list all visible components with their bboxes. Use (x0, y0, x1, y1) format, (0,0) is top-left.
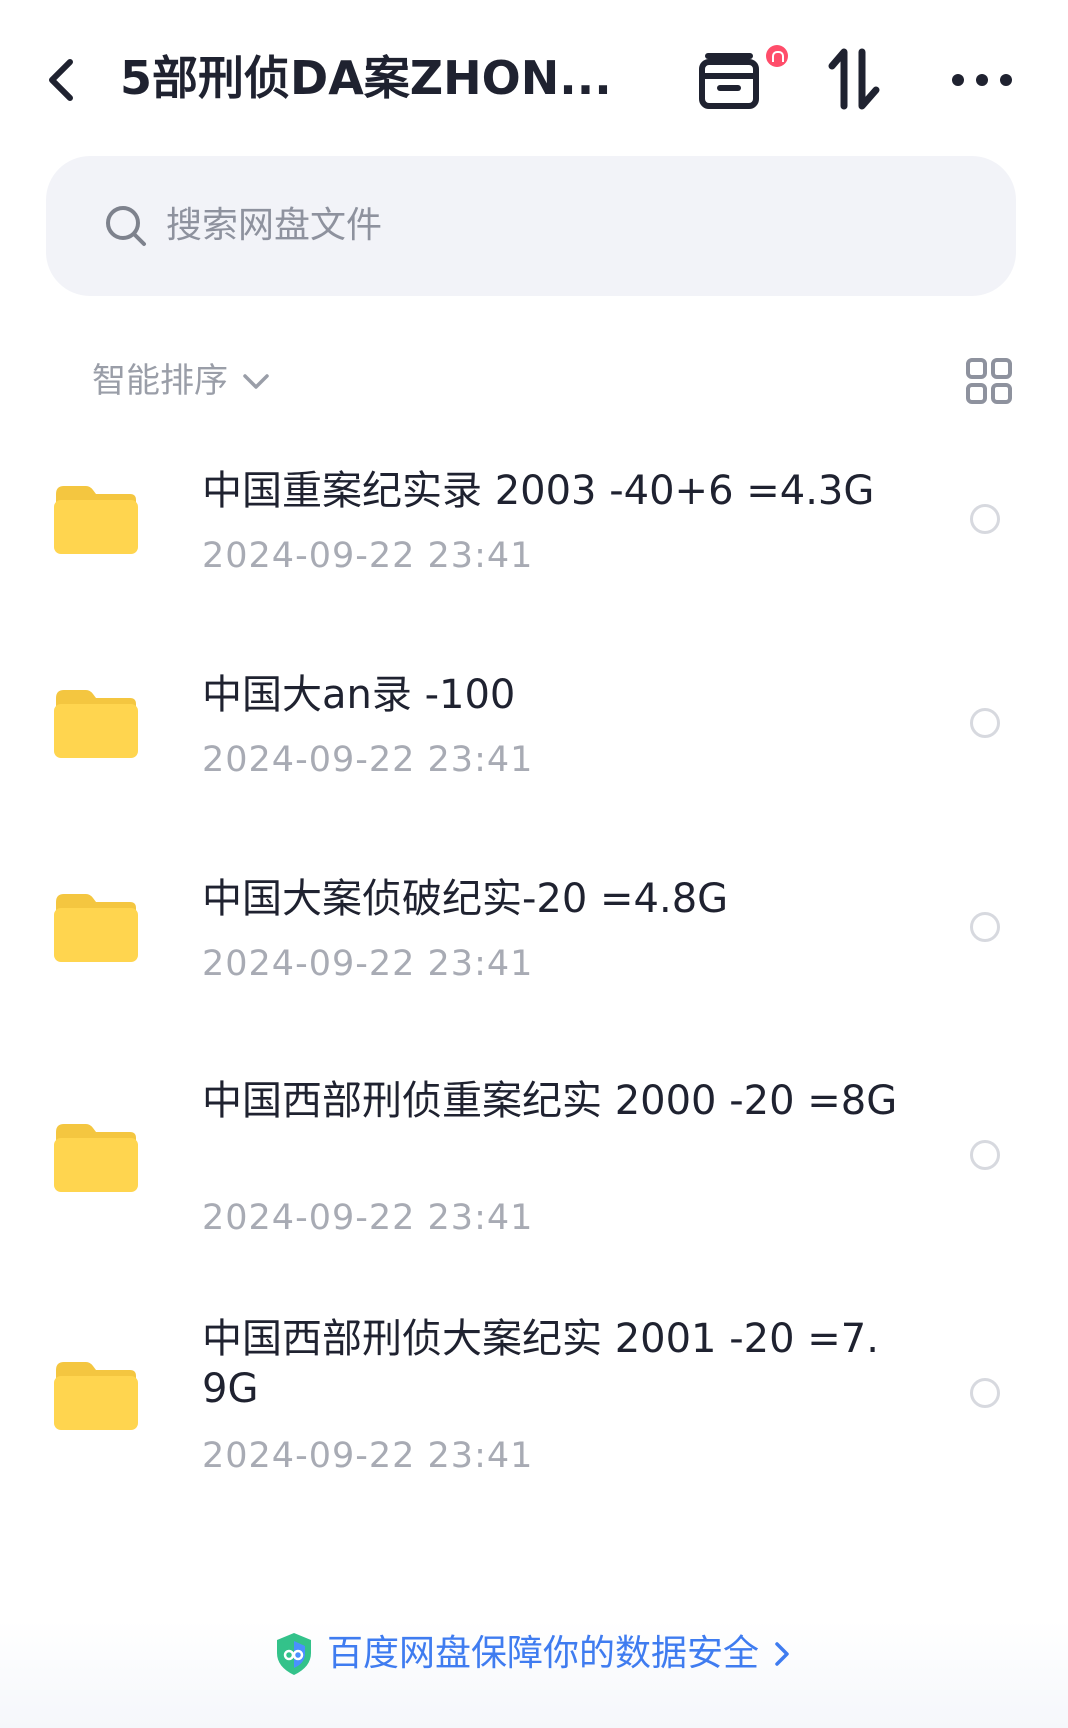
folder-icon (54, 894, 138, 962)
sort-dropdown[interactable]: 智能排序 (92, 356, 272, 406)
page-title: 5部刑侦DA案ZHON... (120, 51, 612, 105)
security-banner[interactable]: 百度网盘保障你的数据安全 (0, 1620, 1068, 1728)
grid-view-icon (966, 358, 1012, 404)
transfer-list-button[interactable] (696, 40, 762, 120)
sort-arrows-icon (828, 48, 880, 110)
file-name: 中国西部刑侦重案纪实 2000 -20 =8G (202, 1078, 898, 1124)
back-button[interactable] (40, 50, 90, 110)
file-name: 中国大an录 -100 (202, 672, 516, 718)
shield-icon (276, 1633, 311, 1675)
chevron-right-icon (775, 1642, 789, 1666)
select-checkbox[interactable] (970, 1140, 1000, 1170)
select-checkbox[interactable] (970, 1378, 1000, 1408)
search-icon (106, 206, 146, 246)
sort-label: 智能排序 (92, 361, 228, 401)
more-dots-icon (952, 74, 1012, 86)
search-input[interactable]: 搜索网盘文件 (46, 156, 1016, 296)
select-checkbox[interactable] (970, 504, 1000, 534)
file-date: 2024-09-22 23:41 (202, 1198, 534, 1238)
list-item[interactable]: 中国大案侦破纪实-20 =4.8G 2024-09-22 23:41 (0, 848, 1068, 1008)
file-name: 中国大案侦破纪实-20 =4.8G (202, 876, 729, 922)
list-item[interactable]: 中国西部刑侦大案纪实 2001 -20 =7.9G 2024-09-22 23:… (0, 1290, 1068, 1502)
grid-view-toggle[interactable] (964, 356, 1014, 406)
search-placeholder: 搜索网盘文件 (166, 205, 383, 246)
folder-icon (54, 486, 138, 554)
list-item[interactable]: 中国大an录 -100 2024-09-22 23:41 (0, 644, 1068, 804)
banner-text: 百度网盘保障你的数据安全 (326, 1633, 759, 1674)
file-date: 2024-09-22 23:41 (202, 1436, 534, 1476)
more-options-button[interactable] (948, 60, 1016, 100)
file-date: 2024-09-22 23:41 (202, 536, 534, 576)
list-item[interactable]: 中国重案纪实录 2003 -40+6 =4.3G 2024-09-22 23:4… (0, 440, 1068, 600)
folder-icon (54, 1124, 138, 1192)
top-bar: 5部刑侦DA案ZHON... (0, 30, 1068, 130)
folder-icon (54, 690, 138, 758)
transfer-box-icon (699, 53, 759, 109)
select-checkbox[interactable] (970, 708, 1000, 738)
list-item[interactable]: 中国西部刑侦重案纪实 2000 -20 =8G 2024-09-22 23:41 (0, 1052, 1068, 1264)
folder-icon (54, 1362, 138, 1430)
select-checkbox[interactable] (970, 912, 1000, 942)
sort-order-button[interactable] (822, 44, 886, 114)
notification-badge (766, 45, 788, 67)
file-date: 2024-09-22 23:41 (202, 740, 534, 780)
file-date: 2024-09-22 23:41 (202, 944, 534, 984)
file-name: 中国重案纪实录 2003 -40+6 =4.3G (202, 468, 875, 514)
file-name: 中国西部刑侦大案纪实 2001 -20 =7.9G (202, 1316, 879, 1412)
chevron-down-icon (243, 374, 269, 389)
banner-content: 百度网盘保障你的数据安全 (273, 1629, 795, 1679)
back-arrow-icon (49, 59, 73, 101)
